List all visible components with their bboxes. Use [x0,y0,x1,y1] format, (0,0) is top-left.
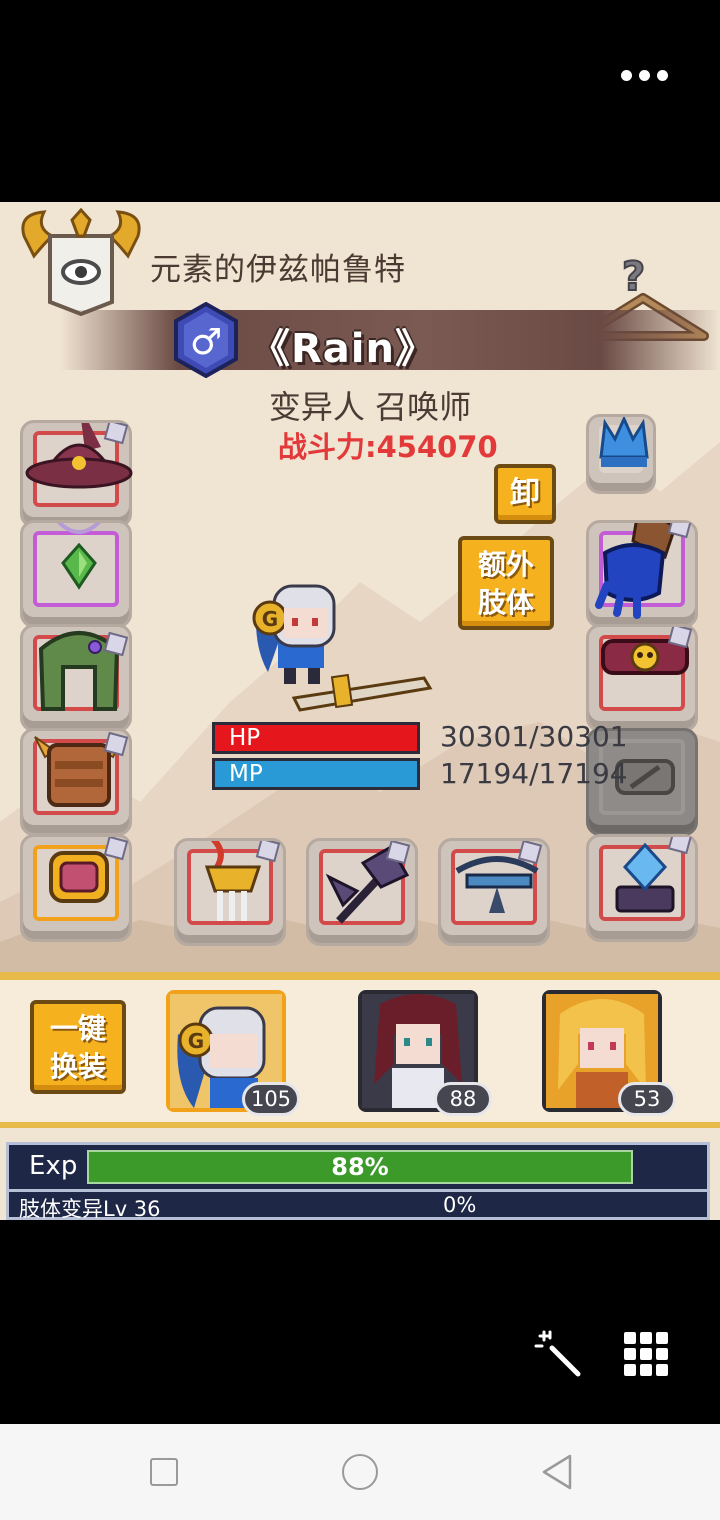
exp-progress-bar: 88% [87,1150,633,1184]
circle-icon[interactable] [342,1454,378,1490]
hp-bar: HP [212,722,420,754]
class-title: 元素的伊兹帕鲁特 [150,252,406,288]
app-grid-icon[interactable] [624,1332,668,1376]
equip-slot-hand[interactable] [586,520,698,628]
equip-slot-pet[interactable] [586,834,698,942]
svg-text:♂: ♂ [190,322,222,363]
flaming-relic-icon [204,841,281,921]
mp-bar: MP [212,758,420,790]
status-area [0,0,720,202]
equip-slot-belt[interactable] [586,624,698,732]
back-triangle-icon[interactable] [540,1454,574,1490]
equip-slot-axe[interactable] [306,838,418,946]
party-portrait-1[interactable]: G 105 [166,990,300,1116]
one-click-label-line2: 换装 [49,1050,106,1083]
party-level-badge: 105 [242,1082,300,1116]
limb-mutation-percent: 0% [443,1193,477,1217]
player-name: 《Rain》 [250,326,436,372]
bronze-gauntlet-icon [34,731,129,807]
party-level-badge: 88 [434,1082,492,1116]
dark-axe-icon [325,841,411,924]
green-gem-necklace-icon [57,523,101,590]
exp-percent: 88% [331,1153,389,1181]
svg-text:G: G [188,1029,204,1053]
equip-slot-hat[interactable] [20,420,133,528]
hp-label: HP [229,725,261,751]
extra-limb-label-line1: 额外 [477,548,534,581]
party-portrait-3[interactable]: 53 [542,990,676,1116]
equip-slot-gloves[interactable] [20,728,132,836]
unequip-button[interactable]: 卸 [494,464,556,524]
magic-wand-icon[interactable] [534,1330,582,1378]
character-screen: 元素的伊兹帕鲁特 ? ♂ 《Rain》 变异人 召唤师 战斗力:454070 卸… [0,202,720,1220]
extra-limb-button[interactable]: 额外 肢体 [458,536,554,630]
exp-label: Exp [29,1151,78,1181]
limb-mutation-label: 肢体变异Lv 36 [19,1197,161,1220]
blue-crown-icon [599,417,649,467]
svg-text:?: ? [622,254,645,300]
guild-emblem-icon [21,207,141,317]
party-portrait-2[interactable]: 88 [358,990,492,1116]
extra-limb-label-line2: 肢体 [477,586,534,619]
one-click-change-button[interactable]: 一键 换装 [30,1000,126,1094]
overlay-toolbar [0,1220,720,1424]
combat-power: 战斗力:454070 [278,430,498,464]
mp-value: 17194/17194 [440,757,628,790]
green-armor-icon [38,631,129,711]
equip-slot-relic[interactable] [174,838,286,946]
party-level-badge: 53 [618,1082,676,1116]
equip-slot-necklace[interactable] [20,520,132,628]
exp-divider [9,1189,707,1192]
equip-slot-crossbow[interactable] [438,838,550,946]
hp-value: 30301/30301 [440,720,628,753]
hero-sprite: G [252,584,433,712]
svg-text:G: G [262,607,278,631]
square-icon[interactable] [150,1458,178,1486]
male-gender-icon: ♂ [174,302,238,378]
wizard-hat-icon [25,423,133,489]
blue-claw-glove-icon [595,523,693,619]
more-dots-icon[interactable] [621,70,668,81]
crystal-pedestal-icon [615,837,693,913]
mp-label: MP [229,761,263,787]
system-nav-bar [0,1424,720,1520]
equip-slot-crown[interactable] [586,414,656,494]
experience-panel: Exp 88% 肢体变异Lv 36 0% [6,1142,710,1220]
one-click-label-line1: 一键 [49,1012,106,1045]
gold-ring-icon [49,837,129,903]
equip-slot-armor[interactable] [20,624,132,732]
skull-belt-icon [601,627,693,675]
equip-slot-ring[interactable] [20,834,132,942]
ice-crossbow-icon [455,841,543,913]
